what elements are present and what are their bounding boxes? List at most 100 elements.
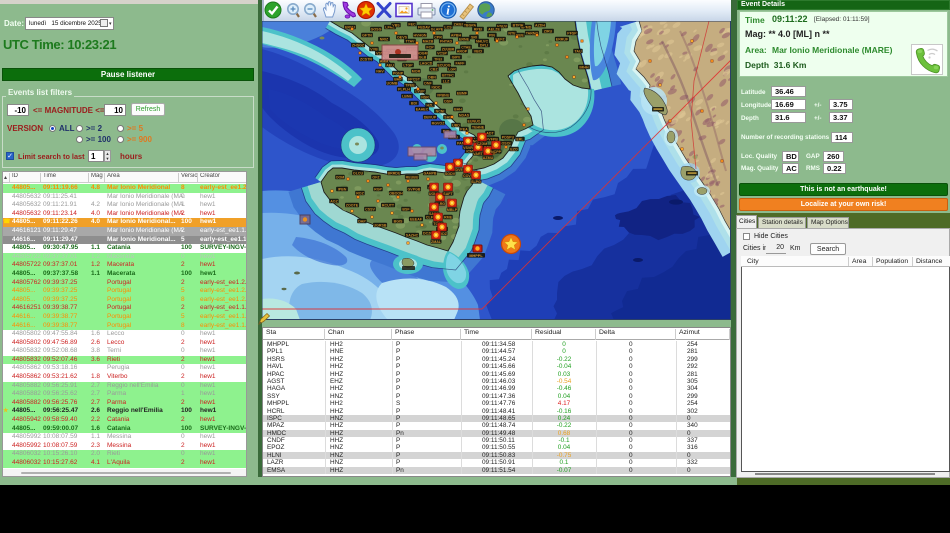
svg-text:AZMU: AZMU bbox=[483, 156, 494, 160]
svg-text:FAFF: FAFF bbox=[456, 61, 466, 65]
svg-text:NTE: NTE bbox=[508, 31, 516, 35]
svg-text:MHZB: MHZB bbox=[423, 39, 434, 43]
svg-text:CBZ: CBZ bbox=[430, 67, 438, 71]
svg-text:LAGCD: LAGCD bbox=[420, 61, 433, 65]
svg-text:BRRDU: BRRDU bbox=[388, 171, 401, 175]
svg-text:MBLP: MBLP bbox=[447, 208, 458, 212]
svg-text:PDSPU: PDSPU bbox=[502, 135, 515, 139]
svg-text:VSVR: VSVR bbox=[463, 146, 473, 150]
svg-text:ZCSTN: ZCSTN bbox=[360, 57, 372, 61]
svg-text:DSR: DSR bbox=[444, 99, 452, 103]
svg-text:NHLVC: NHLVC bbox=[476, 39, 489, 43]
svg-text:SGDV: SGDV bbox=[445, 172, 456, 176]
svg-text:HVHGN: HVHGN bbox=[414, 33, 427, 37]
svg-text:DPLI: DPLI bbox=[480, 43, 488, 47]
svg-text:NCNI: NCNI bbox=[436, 109, 445, 113]
svg-text:FPCST: FPCST bbox=[408, 77, 421, 81]
svg-text:GOSG: GOSG bbox=[371, 27, 382, 31]
svg-text:GIPV: GIPV bbox=[452, 55, 461, 59]
svg-text:GLAPE: GLAPE bbox=[431, 27, 444, 31]
svg-text:NHV: NHV bbox=[376, 69, 384, 73]
svg-text:VBS: VBS bbox=[392, 23, 400, 27]
svg-text:BGIS: BGIS bbox=[394, 219, 403, 223]
svg-text:ECUOG: ECUOG bbox=[437, 63, 450, 67]
svg-text:DBN: DBN bbox=[428, 75, 436, 79]
svg-text:BTPIH: BTPIH bbox=[513, 23, 524, 27]
svg-text:VBCI: VBCI bbox=[474, 49, 483, 53]
svg-text:TFEI: TFEI bbox=[434, 57, 442, 61]
svg-text:MHPPL: MHPPL bbox=[469, 254, 483, 258]
svg-text:UOMB: UOMB bbox=[387, 81, 398, 85]
svg-text:REUBU: REUBU bbox=[406, 175, 419, 179]
svg-text:RGP: RGP bbox=[374, 187, 382, 191]
svg-text:NRIZ: NRIZ bbox=[380, 37, 389, 41]
svg-text:LTGP: LTGP bbox=[403, 63, 413, 67]
svg-text:ERRUF: ERRUF bbox=[556, 37, 569, 41]
svg-text:SAFT: SAFT bbox=[443, 192, 453, 196]
svg-text:GVPGB: GVPGB bbox=[408, 187, 421, 191]
svg-text:DBVUP: DBVUP bbox=[424, 115, 437, 119]
svg-text:AOZ: AOZ bbox=[330, 199, 338, 203]
svg-text:OOM: OOM bbox=[336, 175, 345, 179]
svg-text:FCP: FCP bbox=[426, 45, 434, 49]
svg-text:UGRSB: UGRSB bbox=[374, 223, 387, 227]
svg-text:AEU: AEU bbox=[386, 63, 394, 67]
svg-text:OLCU: OLCU bbox=[353, 171, 364, 175]
svg-text:NSR: NSR bbox=[421, 95, 429, 99]
svg-text:LGR: LGR bbox=[448, 67, 456, 71]
svg-text:UBD: UBD bbox=[452, 123, 460, 127]
svg-text:BHH: BHH bbox=[454, 107, 462, 111]
svg-text:PFSP: PFSP bbox=[567, 31, 577, 35]
svg-text:EBMF: EBMF bbox=[457, 91, 468, 95]
svg-text:TAU: TAU bbox=[574, 49, 582, 53]
svg-text:SAZHC: SAZHC bbox=[406, 233, 419, 237]
svg-text:ADT: ADT bbox=[486, 131, 494, 135]
svg-text:OBOOH: OBOOH bbox=[389, 191, 403, 195]
svg-text:GFTN: GFTN bbox=[362, 33, 372, 37]
svg-text:DAP: DAP bbox=[358, 219, 366, 223]
svg-text:SLPG: SLPG bbox=[471, 180, 481, 184]
svg-text:ZIRU: ZIRU bbox=[544, 29, 553, 33]
svg-text:EZO: EZO bbox=[510, 147, 518, 151]
svg-text:IPBN: IPBN bbox=[338, 187, 347, 191]
svg-text:CSSV: CSSV bbox=[365, 207, 375, 211]
svg-text:OFZ: OFZ bbox=[372, 175, 380, 179]
svg-text:RPEI: RPEI bbox=[474, 27, 482, 31]
svg-text:FEDAV: FEDAV bbox=[418, 25, 431, 29]
svg-text:ROZ: ROZ bbox=[356, 191, 364, 195]
svg-text:GAHPB: GAHPB bbox=[424, 171, 437, 175]
svg-text:OSOI: OSOI bbox=[502, 141, 511, 145]
svg-text:EUNUO: EUNUO bbox=[468, 119, 481, 123]
svg-text:BSF: BSF bbox=[402, 207, 410, 211]
svg-text:ZMAL: ZMAL bbox=[431, 240, 442, 244]
svg-text:FEC: FEC bbox=[408, 22, 416, 26]
svg-text:LCS: LCS bbox=[444, 25, 452, 29]
svg-text:ERVU: ERVU bbox=[345, 25, 355, 29]
svg-text:LLZ: LLZ bbox=[443, 79, 450, 83]
svg-text:TBGPA: TBGPA bbox=[464, 23, 477, 27]
svg-text:PEA: PEA bbox=[460, 127, 468, 131]
svg-text:AZDH: AZDH bbox=[535, 23, 545, 27]
svg-text:AELZE: AELZE bbox=[488, 27, 500, 31]
svg-text:EEEAF: EEEAF bbox=[410, 217, 423, 221]
svg-text:HZL: HZL bbox=[427, 103, 435, 107]
svg-text:IMHH: IMHH bbox=[579, 65, 589, 69]
svg-text:TEHNE: TEHNE bbox=[472, 125, 485, 129]
svg-text:MOR: MOR bbox=[412, 69, 421, 73]
svg-text:IGDC: IGDC bbox=[432, 85, 441, 89]
svg-text:RGVOZ: RGVOZ bbox=[432, 121, 446, 125]
svg-text:LBNE: LBNE bbox=[402, 94, 412, 98]
svg-text:VPBNU: VPBNU bbox=[437, 93, 450, 97]
svg-text:CZGM: CZGM bbox=[477, 142, 488, 146]
svg-text:ERNE: ERNE bbox=[459, 37, 470, 41]
svg-text:ZOOTE: ZOOTE bbox=[346, 203, 359, 207]
svg-text:BDI: BDI bbox=[411, 101, 417, 105]
svg-text:EAHEC: EAHEC bbox=[416, 107, 429, 111]
svg-text:ERL: ERL bbox=[516, 137, 524, 141]
svg-text:AROP: AROP bbox=[457, 49, 468, 53]
svg-text:PGNP: PGNP bbox=[393, 71, 404, 75]
svg-text:VCSP: VCSP bbox=[437, 51, 447, 55]
svg-text:PHTAD: PHTAD bbox=[440, 39, 453, 43]
svg-text:i: i bbox=[446, 3, 450, 18]
svg-text:NDAS: NDAS bbox=[459, 113, 470, 117]
